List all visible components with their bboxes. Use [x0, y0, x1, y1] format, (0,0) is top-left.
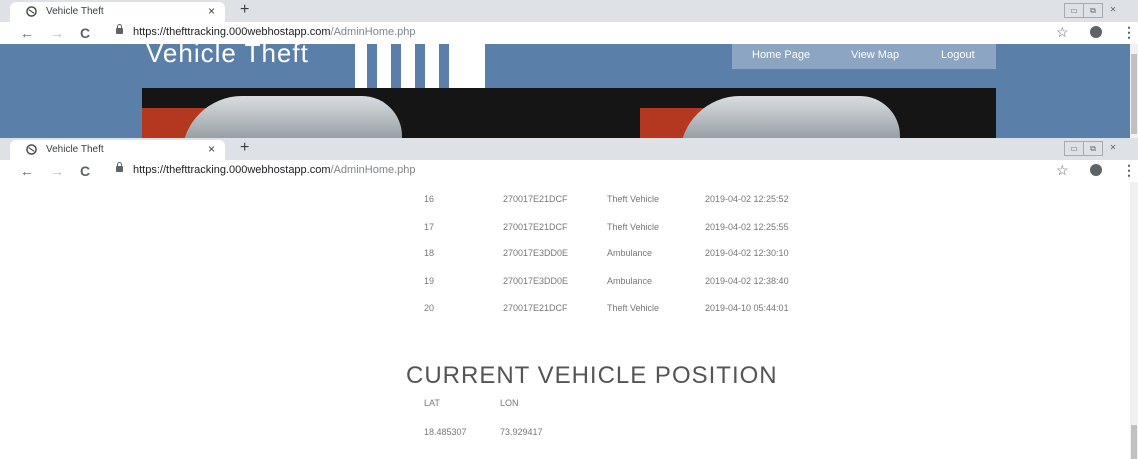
bookmark-star-icon[interactable]: ☆ — [1056, 24, 1069, 41]
browser-tab[interactable]: Vehicle Theft × — [10, 140, 225, 160]
header-stripes — [355, 44, 485, 88]
site-header: Vehicle Theft Home Page View Map Logout — [0, 44, 1130, 138]
scrollbar-bottom[interactable] — [1130, 182, 1138, 459]
row-type: Ambulance — [607, 248, 653, 258]
lon-value: 73.929417 — [500, 427, 543, 437]
banner-image-left — [142, 88, 640, 138]
nav-home-link[interactable]: Home Page — [752, 49, 810, 61]
nav-logout-link[interactable]: Logout — [941, 49, 975, 61]
lat-value: 18.485307 — [424, 427, 467, 437]
back-icon[interactable]: ← — [20, 24, 34, 42]
forward-icon[interactable]: → — [50, 24, 64, 42]
url-host: https://thefttracking.000webhostapp.com — [133, 164, 331, 176]
lock-icon — [116, 162, 123, 172]
row-time: 2019-04-02 12:38:40 — [705, 276, 789, 286]
url-field[interactable]: https://thefttracking.000webhostapp.com/… — [133, 26, 416, 38]
tab-strip: Vehicle Theft × + ▭ ⧉ ✕ — [0, 138, 1138, 160]
globe-icon — [26, 6, 37, 17]
tab-close-icon[interactable]: × — [208, 4, 215, 18]
row-type: Theft Vehicle — [607, 194, 660, 204]
scrollbar-top[interactable] — [1130, 44, 1138, 138]
tab-strip: Vehicle Theft × + ▭ ⧉ ✕ — [0, 0, 1138, 22]
page-content: 16 270017E21DCF Theft Vehicle 2019-04-02… — [0, 182, 1130, 459]
lock-icon — [116, 24, 123, 34]
row-id: 17 — [424, 222, 435, 232]
address-bar: ← → C https://thefttracking.000webhostap… — [0, 160, 1138, 183]
minimize-icon[interactable]: ▭ — [1064, 141, 1084, 156]
profile-icon[interactable] — [1090, 164, 1102, 176]
row-type: Theft Vehicle — [607, 222, 660, 232]
row-tag: 270017E21DCF — [503, 303, 568, 313]
url-field[interactable]: https://thefttracking.000webhostapp.com/… — [133, 164, 416, 176]
row-type: Theft Vehicle — [607, 303, 660, 313]
globe-icon — [26, 144, 37, 155]
reload-icon[interactable]: C — [80, 162, 90, 180]
site-title: Vehicle Theft — [146, 44, 309, 68]
address-bar: ← → C https://thefttracking.000webhostap… — [0, 22, 1138, 45]
row-id: 20 — [424, 303, 435, 313]
lat-label: LAT — [424, 398, 440, 408]
bookmark-star-icon[interactable]: ☆ — [1056, 162, 1069, 179]
close-window-icon[interactable]: ✕ — [1102, 3, 1124, 16]
row-time: 2019-04-02 12:30:10 — [705, 248, 789, 258]
url-path: /AdminHome.php — [330, 26, 416, 38]
menu-icon[interactable]: ⋮ — [1122, 24, 1136, 41]
forward-icon[interactable]: → — [50, 162, 64, 180]
new-tab-icon[interactable]: + — [240, 1, 249, 19]
row-id: 19 — [424, 276, 435, 286]
url-host: https://thefttracking.000webhostapp.com — [133, 26, 331, 38]
row-time: 2019-04-02 12:25:52 — [705, 194, 789, 204]
maximize-icon[interactable]: ⧉ — [1083, 141, 1103, 156]
row-id: 18 — [424, 248, 435, 258]
back-icon[interactable]: ← — [20, 162, 34, 180]
row-tag: 270017E21DCF — [503, 222, 568, 232]
row-tag: 270017E21DCF — [503, 194, 568, 204]
row-type: Ambulance — [607, 276, 653, 286]
url-path: /AdminHome.php — [330, 164, 416, 176]
nav-menu: Home Page View Map Logout — [732, 44, 996, 69]
menu-icon[interactable]: ⋮ — [1122, 162, 1136, 179]
row-time: 2019-04-10 05:44:01 — [705, 303, 789, 313]
reload-icon[interactable]: C — [80, 24, 90, 42]
banner-image-right — [640, 88, 996, 138]
new-tab-icon[interactable]: + — [240, 139, 249, 157]
lon-label: LON — [500, 398, 519, 408]
browser-tab[interactable]: Vehicle Theft × — [10, 2, 225, 22]
close-window-icon[interactable]: ✕ — [1102, 141, 1124, 154]
tab-close-icon[interactable]: × — [208, 142, 215, 156]
row-tag: 270017E3DD0E — [503, 276, 569, 286]
row-time: 2019-04-02 12:25:55 — [705, 222, 789, 232]
row-tag: 270017E3DD0E — [503, 248, 569, 258]
position-heading: CURRENT VEHICLE POSITION — [406, 362, 778, 389]
row-id: 16 — [424, 194, 435, 204]
maximize-icon[interactable]: ⧉ — [1083, 3, 1103, 18]
minimize-icon[interactable]: ▭ — [1064, 3, 1084, 18]
nav-view-map-link[interactable]: View Map — [851, 49, 899, 61]
tab-title: Vehicle Theft — [46, 144, 104, 155]
tab-title: Vehicle Theft — [46, 6, 104, 17]
profile-icon[interactable] — [1090, 26, 1102, 38]
